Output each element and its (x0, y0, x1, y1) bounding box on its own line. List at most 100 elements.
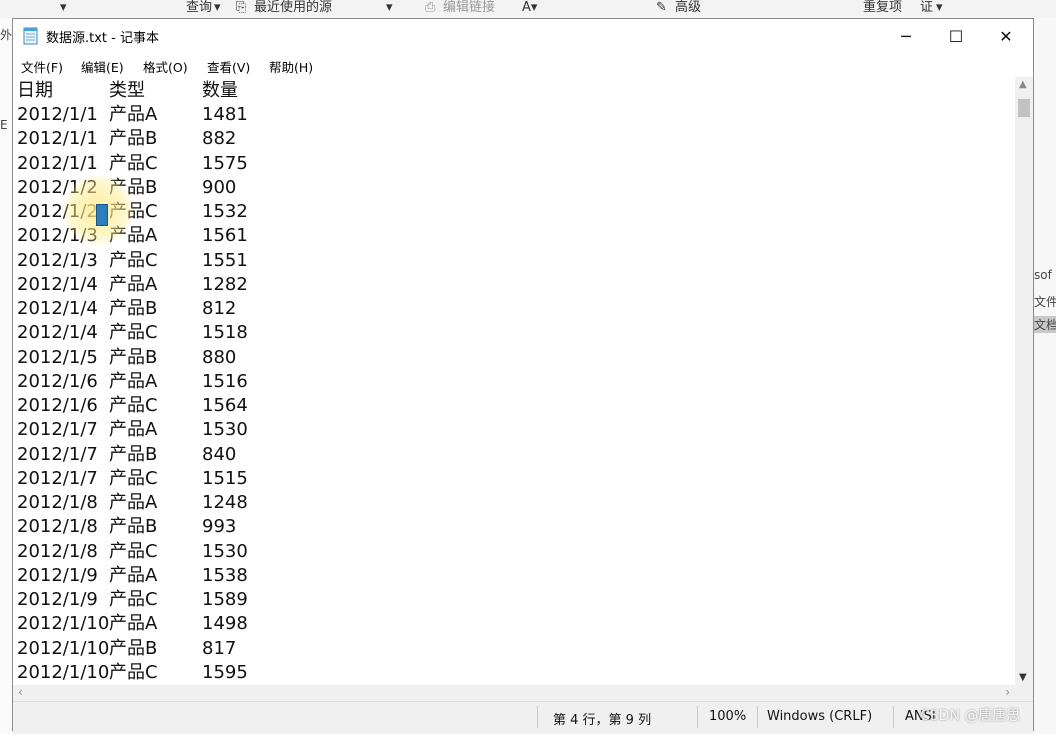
scroll-down-icon[interactable]: ▼ (1019, 672, 1027, 683)
header-type: 类型 (109, 80, 145, 101)
text-cursor-icon (96, 204, 108, 226)
cell-type: 产品B (109, 443, 158, 465)
cell-type: 产品A (109, 564, 158, 586)
ribbon-edit-links[interactable]: 编辑链接 (443, 0, 495, 16)
menu-file[interactable]: 文件(F) (21, 57, 63, 76)
cell-type: 产品C (109, 467, 158, 489)
status-divider (697, 706, 698, 728)
status-divider (893, 706, 894, 728)
cell-qty: 817 (202, 637, 237, 659)
cell-date: 2012/1/3 (17, 249, 98, 271)
cell-qty: 1248 (202, 492, 248, 513)
cell-date: 2012/1/4 (17, 273, 98, 295)
header-date: 日期 (17, 80, 53, 101)
status-divider (757, 706, 758, 728)
cell-date: 2012/1/9 (17, 589, 98, 610)
sort-icon: A▾ (522, 0, 538, 15)
cell-date: 2012/1/6 (17, 370, 98, 392)
notepad-window: 数据源.txt - 记事本 ─ ☐ ✕ 文件(F) 编辑(E) 格式(O) 查看… (12, 18, 1034, 731)
cell-qty: 1551 (202, 249, 248, 271)
cell-type: 产品C (109, 152, 158, 174)
bg-right-glyph: 文件 (1034, 295, 1056, 309)
scroll-thumb[interactable] (1018, 99, 1030, 117)
horizontal-scrollbar[interactable]: ‹ › (13, 685, 1015, 701)
cell-qty: 1589 (202, 589, 248, 610)
vertical-scrollbar[interactable]: ▲ ▼ (1015, 77, 1033, 685)
cell-date: 2012/1/7 (17, 467, 98, 489)
cell-date: 2012/1/10 (17, 613, 110, 635)
window-title: 数据源.txt - 记事本 (46, 31, 159, 46)
title-bar[interactable]: 数据源.txt - 记事本 ─ ☐ ✕ (13, 19, 1033, 53)
cell-date: 2012/1/1 (17, 104, 98, 125)
cell-date: 2012/1/1 (17, 152, 98, 174)
status-position: 第 4 行，第 9 列 (553, 713, 652, 728)
cell-type: 产品B (109, 298, 158, 319)
background-right-strip: sof 文件 文档 (1034, 18, 1056, 734)
ribbon-advanced[interactable]: 高级 (675, 0, 701, 16)
cell-qty: 812 (202, 298, 237, 319)
ribbon-validate[interactable]: 证 (920, 0, 933, 16)
text-editor[interactable]: 日期 类型 数量 2012/1/1 产品A 1481 2012/1/1 产品B 882 20… (13, 77, 1015, 685)
advanced-icon: ✎ (656, 0, 667, 15)
cell-date: 2012/1/10 (17, 637, 110, 659)
cell-qty: 880 (202, 346, 237, 368)
menu-format[interactable]: 格式(O) (143, 57, 188, 76)
ribbon-duplicates[interactable]: 重复项 (863, 0, 902, 16)
cell-date: 2012/1/8 (17, 540, 98, 562)
cell-date: 2012/1/7 (17, 443, 98, 465)
cell-type: 产品B (109, 637, 158, 659)
cell-type: 产品B (109, 346, 158, 368)
bg-right-glyph: 文档 (1034, 316, 1056, 333)
menu-help[interactable]: 帮助(H) (269, 57, 313, 76)
ribbon-recent-sources[interactable]: 最近使用的源 (254, 0, 332, 16)
cell-qty: 1575 (202, 152, 248, 174)
cell-type: 产品A (109, 613, 158, 635)
cell-type: 产品C (109, 249, 158, 271)
chevron-down-icon: ▾ (60, 0, 67, 15)
menu-view[interactable]: 查看(V) (207, 57, 250, 76)
chevron-down-icon: ▾ (214, 0, 221, 15)
cell-type: 产品C (109, 589, 158, 610)
cell-type: 产品C (109, 661, 158, 683)
cell-qty: 1518 (202, 322, 248, 344)
ribbon-query[interactable]: 查询 (186, 0, 212, 16)
maximize-button[interactable]: ☐ (931, 19, 981, 53)
cell-type: 产品C (109, 322, 158, 344)
chevron-down-icon: ▾ (936, 0, 943, 15)
cell-type: 产品A (109, 419, 158, 441)
cell-date: 2012/1/4 (17, 322, 98, 344)
close-button[interactable]: ✕ (981, 19, 1031, 53)
cell-type: 产品B (109, 128, 158, 150)
cell-date: 2012/1/7 (17, 419, 98, 441)
cell-type: 产品B (109, 516, 158, 538)
edit-links-icon: ⎙ (425, 0, 436, 15)
cell-type: 产品A (109, 273, 158, 295)
scroll-right-icon[interactable]: › (1005, 685, 1010, 699)
minimize-button[interactable]: ─ (881, 19, 931, 53)
cell-date: 2012/1/5 (17, 346, 98, 368)
cell-qty: 1516 (202, 370, 248, 392)
bg-left-glyph: E (0, 118, 8, 132)
cell-qty: 1481 (202, 104, 248, 125)
cell-type: 产品A (109, 104, 158, 125)
status-bar: 第 4 行，第 9 列 100% Windows (CRLF) ANSI (13, 701, 1033, 731)
menu-bar: 文件(F) 编辑(E) 格式(O) 查看(V) 帮助(H) (13, 53, 1033, 77)
menu-edit[interactable]: 编辑(E) (81, 57, 124, 76)
background-left-strip: 外 E (0, 18, 12, 734)
cell-qty: 1561 (202, 225, 248, 247)
scroll-up-icon[interactable]: ▲ (1019, 79, 1027, 90)
cell-type: 产品A (109, 370, 158, 392)
watermark: CSDN @唐唐思 (920, 708, 1021, 724)
scroll-left-icon[interactable]: ‹ (18, 685, 23, 699)
cell-qty: 993 (202, 516, 237, 538)
background-ribbon: ▾ 查询 ▾ ⎘ 最近使用的源 ▾ ⎙ 编辑链接 A▾ ✎ 高级 重复项 证 ▾ (0, 0, 1056, 19)
cell-qty: 1515 (202, 467, 248, 489)
status-zoom: 100% (709, 709, 747, 724)
cell-qty: 900 (202, 176, 237, 198)
cell-type: 产品A (109, 492, 158, 513)
notepad-icon (23, 27, 38, 45)
cell-qty: 1564 (202, 395, 248, 416)
bg-left-glyph: 外 (0, 28, 13, 42)
cell-qty: 1532 (202, 201, 248, 222)
header-qty: 数量 (202, 80, 238, 101)
